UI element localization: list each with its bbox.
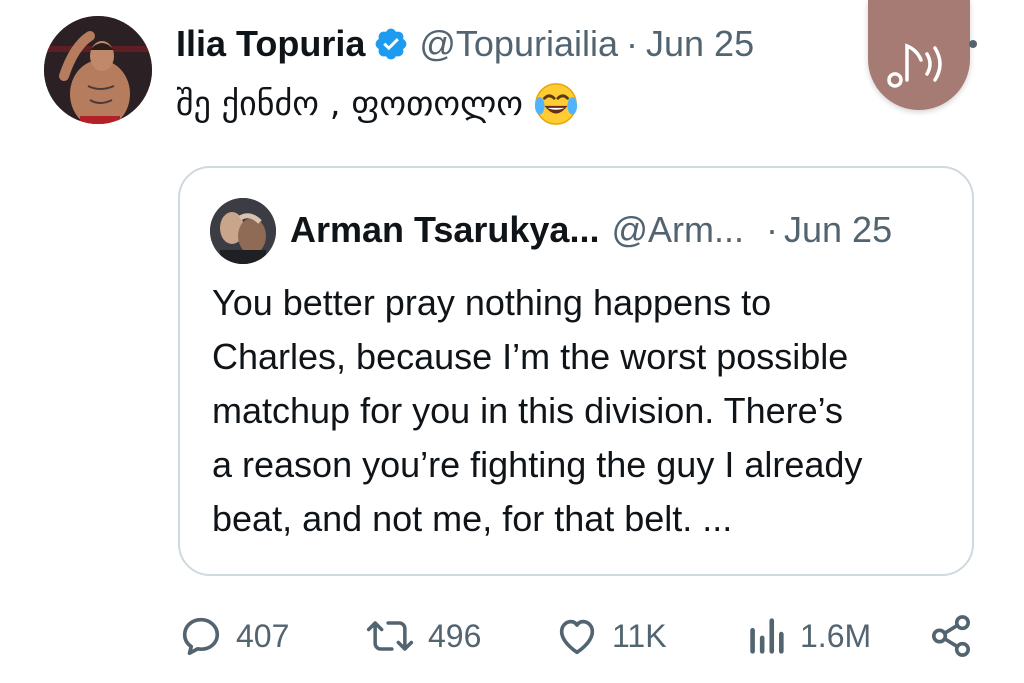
reply-icon <box>182 617 220 656</box>
tweet-actions-bar: 407 496 11K 1.6M <box>0 606 1024 666</box>
quoted-text-line: You better pray nothing happens to <box>212 282 772 323</box>
author-handle[interactable]: @Topuriailia <box>419 22 618 66</box>
reply-button[interactable]: 407 <box>178 606 289 666</box>
repost-button[interactable]: 496 <box>364 606 481 666</box>
header-separator: · <box>626 23 638 64</box>
quoted-header-separator: · <box>766 209 779 250</box>
like-icon <box>559 619 595 655</box>
quoted-text-line: beat, and not me, for that belt. ... <box>212 498 733 539</box>
audio-overlay-button[interactable] <box>868 0 970 110</box>
author-avatar[interactable] <box>44 16 152 124</box>
quoted-tweet-date[interactable]: Jun 25 <box>784 208 892 252</box>
quoted-tweet[interactable]: Arman Tsarukya... @Arm... · Jun 25 You b… <box>178 166 974 576</box>
views-count: 1.6M <box>800 617 872 654</box>
verified-badge-icon <box>373 26 409 62</box>
like-count: 11K <box>612 617 667 654</box>
tweet-text-content: შე ქინძო , ფოთოლო <box>176 84 524 124</box>
more-options-icon[interactable] <box>969 40 977 48</box>
music-note-audio-icon <box>887 43 942 88</box>
share-button[interactable] <box>930 606 972 666</box>
tweet-header: Ilia Topuria @Topuriailia · Jun 25 <box>176 22 754 66</box>
quoted-author-handle[interactable]: @Arm... <box>611 208 744 252</box>
face-with-tears-of-joy-icon <box>533 81 579 127</box>
views-icon <box>750 618 784 654</box>
tweet-date[interactable]: Jun 25 <box>646 22 754 66</box>
like-button[interactable]: 11K <box>554 606 667 666</box>
share-icon <box>932 615 970 657</box>
repost-count: 496 <box>428 617 482 654</box>
quoted-text-line: Charles, because I’m the worst possible <box>212 336 849 377</box>
reply-count: 407 <box>236 617 290 654</box>
quoted-author-avatar[interactable] <box>210 198 276 264</box>
quoted-author-display-name[interactable]: Arman Tsarukya... <box>290 208 599 252</box>
author-display-name[interactable]: Ilia Topuria <box>176 22 365 66</box>
repost-icon <box>366 621 414 651</box>
tweet-text: შე ქინძო , ფოთოლო <box>176 80 579 128</box>
quoted-text-line: a reason you’re fighting the guy I alrea… <box>212 444 863 485</box>
tweet-card: Ilia Topuria @Topuriailia · Jun 25 შე ქი… <box>0 0 1024 683</box>
quoted-tweet-header: Arman Tsarukya... @Arm... · Jun 25 <box>290 208 892 252</box>
views-button[interactable]: 1.6M <box>744 606 871 666</box>
quoted-tweet-text: You better pray nothing happens to Charl… <box>212 276 952 546</box>
quoted-text-line: matchup for you in this division. There’… <box>212 390 843 431</box>
